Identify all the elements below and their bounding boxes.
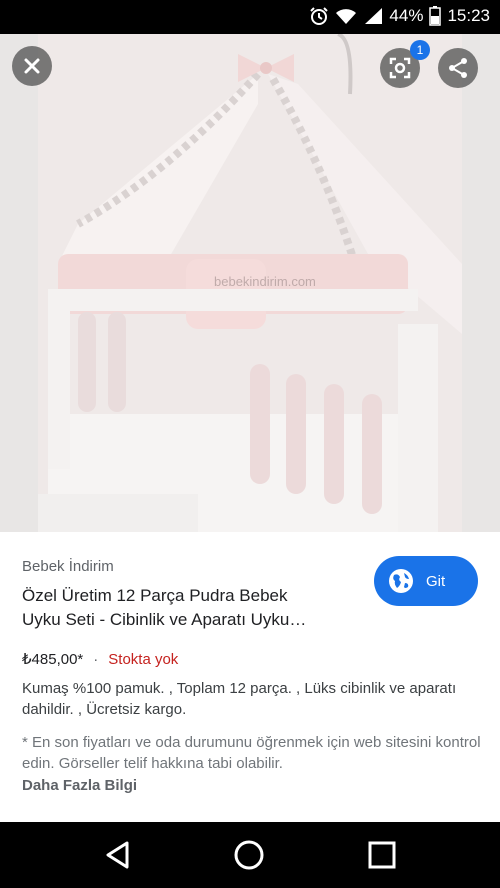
status-bar: 44% 15:23	[0, 0, 500, 34]
price: ₺485,00*	[22, 651, 84, 668]
price-separator: ·	[93, 650, 99, 668]
back-button[interactable]	[98, 838, 138, 872]
watermark-text: bebekindirim.com	[214, 274, 316, 289]
visit-button[interactable]: Git	[374, 556, 478, 606]
clock: 15:23	[447, 6, 490, 25]
lens-icon	[389, 57, 411, 79]
stock-status: Stokta yok	[108, 650, 179, 668]
close-icon	[24, 58, 40, 74]
alarm-icon	[310, 7, 329, 25]
product-title[interactable]: Özel Üretim 12 Parça Pudra Bebek Uyku Se…	[22, 584, 367, 632]
recents-icon	[368, 841, 396, 869]
more-info-link[interactable]: Daha Fazla Bilgi	[22, 777, 137, 794]
disclaimer-note: * En son fiyatları ve oda durumunu öğren…	[22, 734, 481, 772]
share-button[interactable]	[438, 48, 478, 88]
price-row: ₺485,00* · Stokta yok	[22, 650, 179, 669]
battery-percent: 44%	[389, 6, 424, 25]
system-nav-bar	[0, 822, 500, 888]
home-icon	[234, 840, 264, 870]
visit-button-label: Git	[426, 572, 446, 590]
recents-button[interactable]	[362, 838, 402, 872]
image-viewer[interactable]: bebekindirim.com 1	[0, 34, 500, 532]
result-info-panel: Bebek İndirim Özel Üretim 12 Parça Pudra…	[0, 532, 500, 822]
product-description: Kumaş %100 pamuk. , Toplam 12 parça. , L…	[22, 680, 457, 718]
wifi-icon	[336, 9, 357, 24]
product-photo: bebekindirim.com	[38, 34, 462, 532]
product-title-line-1: Özel Üretim 12 Parça Pudra Bebek	[22, 586, 288, 605]
globe-icon	[389, 569, 413, 593]
home-button[interactable]	[229, 838, 269, 872]
back-icon	[106, 841, 129, 869]
lens-badge: 1	[410, 40, 430, 60]
share-icon	[449, 58, 467, 78]
close-button[interactable]	[12, 46, 52, 86]
source-site[interactable]: Bebek İndirim	[22, 558, 114, 575]
product-title-line-2: Uyku Seti - Cibinlik ve Aparatı Uyku…	[22, 610, 307, 629]
battery-icon	[429, 6, 442, 26]
signal-icon	[365, 8, 383, 24]
